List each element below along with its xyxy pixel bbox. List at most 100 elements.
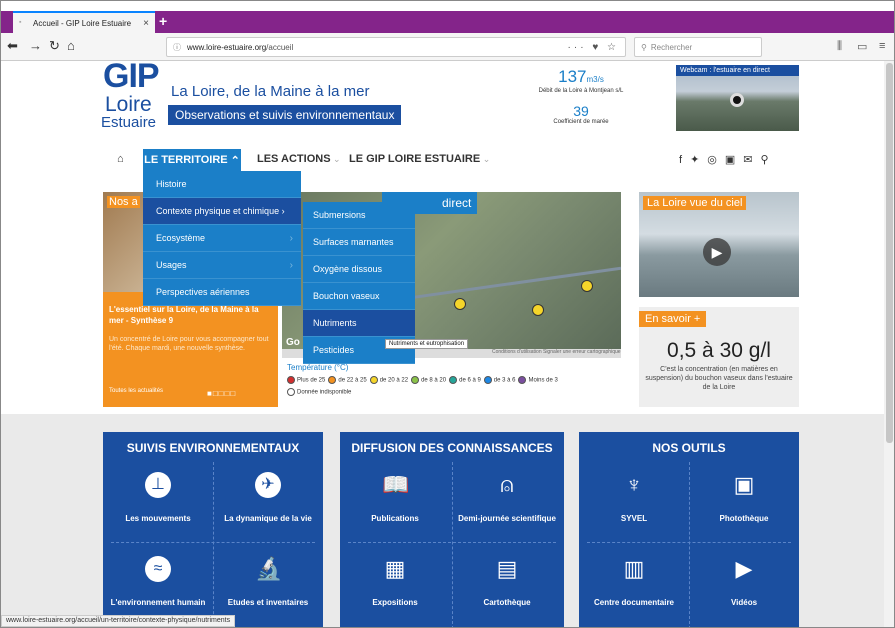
water-level-icon: ⊥ [145, 472, 171, 498]
mail-icon[interactable]: ✉ [743, 154, 760, 166]
chevron-up-icon: ⌃ [227, 154, 240, 167]
gip-logo[interactable]: GIP Loire Estuaire [101, 57, 163, 133]
chevron-right-icon: › [289, 259, 293, 271]
map-google-logo: Go [286, 337, 300, 348]
savoir-widget: En savoir + 0,5 à 30 g/l C'est la concen… [639, 307, 799, 407]
panel-title: SUIVIS ENVIRONNEMENTAUX [126, 441, 300, 455]
chevron-down-icon: ⌄ [480, 154, 491, 164]
aerial-video[interactable]: La Loire vue du ciel ▶ [639, 192, 799, 297]
aerial-caption: La Loire vue du ciel [643, 196, 747, 210]
submenu-item-surfaces[interactable]: Surfaces marnantes [303, 229, 415, 256]
search-input[interactable]: ⚲ Rechercher [634, 37, 762, 57]
station-marker[interactable] [532, 304, 544, 316]
landscape-icon: ≈ [145, 556, 171, 582]
legend-row: Donnée indisponible [287, 388, 622, 396]
photo-icon: ▣ [733, 472, 755, 497]
carousel-dots[interactable]: ■□□□□ [207, 389, 236, 398]
tile-videos[interactable]: ▶ Vidéos [689, 550, 799, 626]
facebook-icon[interactable]: f [679, 154, 690, 166]
submenu-item-submersions[interactable]: Submersions [303, 202, 415, 229]
new-tab-button[interactable]: + [159, 13, 167, 29]
film-icon: ▶ [735, 556, 753, 581]
tile-mouvements[interactable]: ⊥ Les mouvements [103, 466, 213, 542]
home-icon[interactable]: ⌂ [67, 38, 75, 53]
submenu-item-nutriments[interactable]: Nutriments [303, 310, 415, 337]
tile-demi-journee[interactable]: ⍝ Demi-journée scientifique [452, 466, 562, 542]
page-content: GIP Loire Estuaire La Loire, de la Maine… [1, 57, 894, 627]
tile-cartotheque[interactable]: ▤ Cartothèque [452, 550, 562, 626]
dropdown-item-histoire[interactable]: Histoire [143, 171, 301, 198]
nav-gip-label: LE GIP LOIRE ESTUAIRE [349, 153, 481, 165]
savoir-button[interactable]: En savoir + [639, 311, 707, 327]
tab-title: Accueil - GIP Loire Estuaire [33, 18, 132, 28]
dropdown-item-contexte[interactable]: Contexte physique et chimique › [143, 198, 301, 225]
panel-suivis: SUIVIS ENVIRONNEMENTAUX ⊥ Les mouvements … [103, 432, 323, 627]
debit-value: 137 [558, 67, 587, 86]
browser-window: ▪ Accueil - GIP Loire Estuaire × + ⬅ → ↻… [0, 0, 895, 628]
news-title[interactable]: L'essentiel sur la Loire, de la Maine à … [109, 304, 269, 326]
youtube-icon[interactable]: ▣ [725, 154, 743, 166]
tab-accueil[interactable]: ▪ Accueil - GIP Loire Estuaire × [13, 11, 155, 33]
info-icon[interactable]: ⓘ [173, 42, 181, 53]
dropdown-item-perspectives[interactable]: Perspectives aériennes [143, 279, 301, 306]
map-icon: ▤ [496, 556, 518, 581]
nav-gip[interactable]: LE GIP LOIRE ESTUAIRE ⌄ [349, 153, 490, 165]
panel-outils: NOS OUTILS ♆ SYVEL ▣ Photothèque ▥ Centre d… [579, 432, 799, 627]
chevron-right-icon: › [279, 206, 285, 216]
tile-phototheque[interactable]: ▣ Photothèque [689, 466, 799, 542]
submenu-item-bouchon[interactable]: Bouchon vaseux [303, 283, 415, 310]
submenu-item-oxygene[interactable]: Oxygène dissous [303, 256, 415, 283]
scrollbar-thumb[interactable] [886, 63, 893, 443]
news-all-link[interactable]: Toutes les actualités [109, 388, 163, 394]
news-text: Un concentré de Loire pour vous accompag… [109, 336, 269, 352]
library-icon[interactable]: ⫼ [837, 40, 842, 53]
instagram-icon[interactable]: ◎ [707, 154, 725, 166]
forward-icon[interactable]: → [29, 38, 42, 53]
sidebar-icon[interactable]: ▭ [857, 40, 867, 53]
nav-actions[interactable]: LES ACTIONS ⌄ [257, 153, 341, 165]
legend-row: Plus de 25 de 22 à 25 de 20 à 22 de 8 à … [287, 376, 622, 384]
nav-territoire[interactable]: LE TERRITOIRE ⌃ [143, 149, 241, 171]
home-nav-icon[interactable]: ⌂ [117, 153, 124, 165]
debit-label: Débit de la Loire à Montjean s/L [538, 88, 624, 94]
social-icons: f✦◎▣✉⚲ [679, 153, 777, 166]
tile-expositions[interactable]: ▦ Expositions [340, 550, 450, 626]
nav-actions-label: LES ACTIONS [257, 153, 331, 165]
legend-item: de 22 à 25 [328, 376, 367, 384]
chevron-right-icon: › [289, 232, 293, 244]
syvel-icon: ♆ [625, 472, 643, 497]
panel-title: DIFFUSION DES CONNAISSANCES [351, 441, 553, 455]
url-domain: www.loire-estuaire.org [187, 42, 267, 52]
tile-centre-doc[interactable]: ▥ Centre documentaire [579, 550, 689, 626]
search-icon: ⚲ [641, 42, 647, 52]
close-tab-icon[interactable]: × [143, 18, 149, 29]
reload-icon[interactable]: ↻ [49, 38, 60, 54]
station-marker[interactable] [581, 280, 593, 292]
twitter-icon[interactable]: ✦ [690, 154, 707, 166]
menu-icon[interactable]: ≡ [879, 40, 885, 52]
legend-item: de 3 à 6 [483, 376, 515, 384]
dropdown-item-ecosysteme[interactable]: Ecosystème › [143, 225, 301, 252]
savoir-desc: C'est la concentration (en matières en s… [645, 366, 793, 391]
divider [111, 542, 315, 543]
legend-item: de 8 à 20 [411, 376, 446, 384]
search-placeholder: Rechercher [650, 42, 693, 52]
webcam-play-icon[interactable] [730, 93, 744, 107]
back-icon[interactable]: ⬅ [7, 38, 18, 54]
divider [587, 542, 791, 543]
page-actions-icon[interactable]: ··· ♥ ☆ [568, 42, 619, 53]
panel-diffusion: DIFFUSION DES CONNAISSANCES 📖 Publication… [340, 432, 564, 627]
tile-dynamique[interactable]: ✈ La dynamique de la vie [213, 466, 323, 542]
panel-title: NOS OUTILS [652, 441, 726, 455]
station-marker[interactable] [454, 298, 466, 310]
subtagline: Observations et suivis environnementaux [168, 105, 402, 125]
tagline: La Loire, de la Maine à la mer [171, 83, 370, 100]
tile-syvel[interactable]: ♆ SYVEL [579, 466, 689, 542]
dropdown-item-usages[interactable]: Usages › [143, 252, 301, 279]
webcam-widget[interactable]: Webcam : l'estuaire en direct [676, 65, 799, 131]
play-icon[interactable]: ▶ [703, 238, 731, 266]
tile-publications[interactable]: 📖 Publications [340, 466, 450, 542]
search-site-icon[interactable]: ⚲ [761, 154, 777, 166]
debit-widget: 137m3/s Débit de la Loire à Montjean s/L [506, 67, 656, 94]
url-bar[interactable]: ⓘ www.loire-estuaire.org /accueil ··· ♥ … [166, 37, 626, 57]
